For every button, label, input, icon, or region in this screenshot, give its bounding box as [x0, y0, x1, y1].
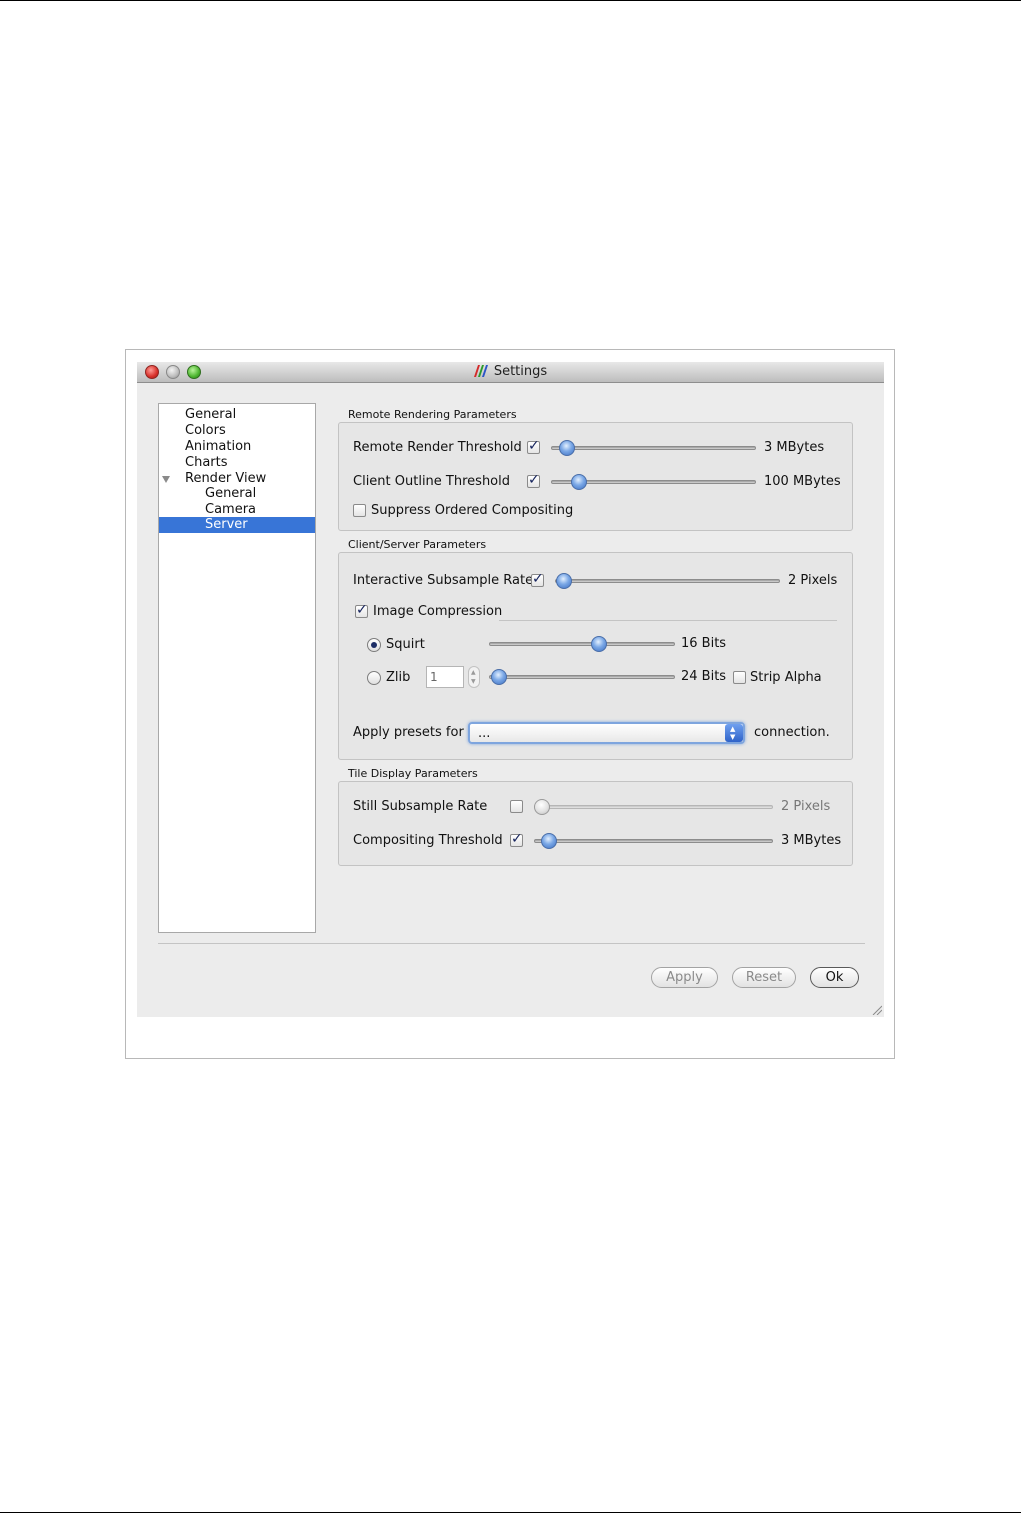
ok-button[interactable]: Ok — [810, 967, 859, 988]
tree-item-label: Colors — [185, 423, 226, 438]
button-row-separator — [158, 943, 865, 944]
image-compression-checkbox[interactable]: ✓ — [355, 602, 368, 618]
client-server-group-title: Client/Server Parameters — [348, 538, 487, 551]
compositing-threshold-checkbox[interactable]: ✓ — [510, 831, 523, 847]
tree-item-server[interactable]: Server — [159, 517, 315, 533]
still-subsample-rate-value: 2 Pixels — [781, 799, 831, 814]
interactive-subsample-rate-label: Interactive Subsample Rate — [353, 573, 534, 588]
radio-dot-icon — [371, 642, 377, 648]
tree-item-charts[interactable]: Charts — [159, 455, 315, 471]
tree-item-general[interactable]: General — [159, 407, 315, 423]
compositing-threshold-label: Compositing Threshold — [353, 833, 503, 848]
slider-track — [489, 642, 675, 646]
tree-item-render-view[interactable]: Render View — [159, 471, 315, 487]
slider-handle[interactable] — [491, 669, 507, 685]
slider-handle[interactable] — [534, 799, 550, 815]
zlib-level-stepper[interactable]: ▲ ▼ — [468, 666, 480, 688]
title-bar[interactable]: Settings — [137, 362, 884, 383]
tree-item-label: Camera — [205, 502, 257, 517]
settings-tree[interactable]: General Colors Animation Charts Render V… — [158, 403, 316, 933]
still-subsample-rate-slider[interactable] — [534, 799, 773, 815]
still-subsample-rate-checkbox[interactable] — [510, 800, 523, 813]
squirt-bits-value: 16 Bits — [681, 636, 727, 651]
slider-track — [551, 446, 756, 450]
strip-alpha-label: Strip Alpha — [750, 670, 822, 685]
tree-item-colors[interactable]: Colors — [159, 423, 315, 439]
tree-item-animation[interactable]: Animation — [159, 439, 315, 455]
checkmark-icon: ✓ — [511, 831, 523, 847]
slider-track — [534, 805, 773, 809]
zlib-bits-slider[interactable] — [489, 669, 675, 685]
tree-item-label: Charts — [185, 455, 228, 470]
dropdown-arrows-icon[interactable]: ▲ ▼ — [725, 724, 743, 742]
window-title: Settings — [493, 364, 548, 379]
zlib-level-spinbox[interactable]: 1 — [426, 666, 464, 688]
window-title-wrap: Settings — [137, 364, 884, 379]
page-top-rule — [0, 0, 1021, 1]
spin-down-icon[interactable]: ▼ — [471, 678, 476, 686]
remote-render-threshold-label: Remote Render Threshold — [353, 440, 522, 455]
paraview-logo-icon — [473, 365, 488, 377]
presets-connection-dropdown[interactable]: ... ▲ ▼ — [468, 722, 745, 744]
tree-item-label: Server — [205, 517, 248, 532]
remote-rendering-group-title: Remote Rendering Parameters — [348, 408, 517, 421]
compositing-threshold-value: 3 MBytes — [781, 833, 842, 848]
presets-selected-value: ... — [478, 726, 491, 741]
interactive-subsample-rate-slider[interactable] — [555, 573, 780, 589]
strip-alpha-checkbox[interactable] — [733, 671, 746, 684]
client-outline-threshold-value: 100 MBytes — [764, 474, 841, 489]
squirt-radio[interactable] — [367, 638, 381, 652]
slider-handle[interactable] — [571, 474, 587, 490]
tree-item-label: General — [185, 407, 237, 422]
client-outline-threshold-slider[interactable] — [551, 474, 756, 490]
suppress-ordered-compositing-label: Suppress Ordered Compositing — [371, 503, 574, 518]
interactive-subsample-rate-checkbox[interactable]: ✓ — [531, 571, 544, 587]
tree-item-label: General — [205, 486, 257, 501]
zlib-label: Zlib — [386, 670, 411, 685]
image-compression-separator — [499, 620, 837, 621]
checkmark-icon: ✓ — [528, 472, 540, 488]
tree-item-camera[interactable]: Camera — [159, 502, 315, 518]
slider-track — [555, 579, 780, 583]
remote-render-threshold-slider[interactable] — [551, 440, 756, 456]
slider-handle[interactable] — [559, 440, 575, 456]
resize-grip-icon[interactable] — [872, 1005, 882, 1015]
image-compression-label: Image Compression — [373, 604, 503, 619]
tree-item-render-view-general[interactable]: General — [159, 486, 315, 502]
zlib-bits-value: 24 Bits — [681, 669, 727, 684]
client-outline-threshold-checkbox[interactable]: ✓ — [527, 472, 540, 488]
client-outline-threshold-label: Client Outline Threshold — [353, 474, 510, 489]
tree-item-label: Render View — [185, 471, 267, 486]
checkmark-icon: ✓ — [356, 602, 368, 618]
presets-prefix-label: Apply presets for — [353, 725, 464, 740]
page-bottom-rule — [0, 1512, 1021, 1513]
expand-arrow-icon[interactable] — [162, 476, 170, 483]
interactive-subsample-rate-value: 2 Pixels — [788, 573, 838, 588]
slider-handle[interactable] — [556, 573, 572, 589]
slider-handle[interactable] — [591, 636, 607, 652]
slider-handle[interactable] — [541, 833, 557, 849]
checkmark-icon: ✓ — [528, 438, 540, 454]
suppress-ordered-compositing-checkbox[interactable] — [353, 504, 366, 517]
squirt-label: Squirt — [386, 637, 425, 652]
presets-suffix-label: connection. — [754, 725, 830, 740]
settings-window: Settings General Colors Animation Charts… — [137, 362, 884, 1017]
tile-display-group — [338, 781, 853, 866]
slider-track — [534, 839, 773, 843]
still-subsample-rate-label: Still Subsample Rate — [353, 799, 488, 814]
slider-track — [489, 675, 675, 679]
tree-item-label: Animation — [185, 439, 252, 454]
reset-button[interactable]: Reset — [732, 967, 796, 988]
checkmark-icon: ✓ — [532, 571, 544, 587]
squirt-bits-slider[interactable] — [489, 636, 675, 652]
compositing-threshold-slider[interactable] — [534, 833, 773, 849]
zlib-radio[interactable] — [367, 671, 381, 685]
tile-display-group-title: Tile Display Parameters — [348, 767, 478, 780]
apply-button[interactable]: Apply — [651, 967, 718, 988]
spin-up-icon[interactable]: ▲ — [471, 669, 476, 677]
remote-render-threshold-value: 3 MBytes — [764, 440, 825, 455]
remote-render-threshold-checkbox[interactable]: ✓ — [527, 438, 540, 454]
